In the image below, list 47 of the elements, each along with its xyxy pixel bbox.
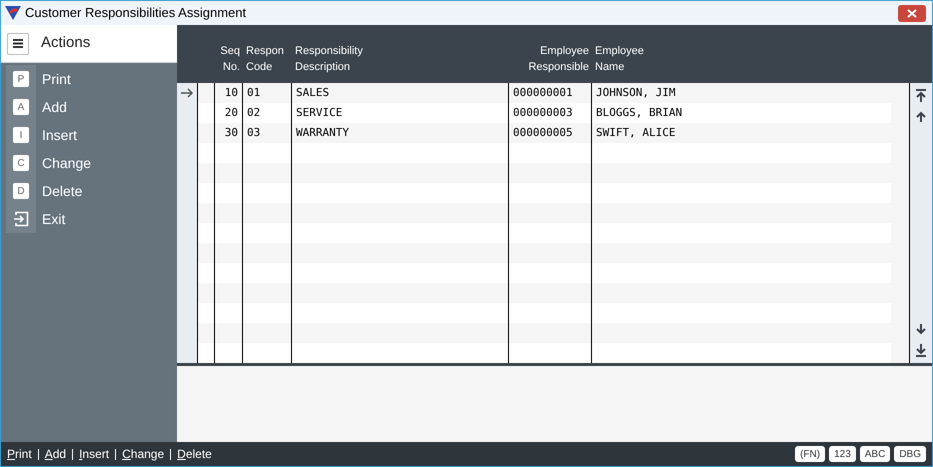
key-badge: I [13, 127, 29, 143]
column-header: Seq No. [219, 44, 241, 75]
mode-badge[interactable]: 123 [829, 446, 856, 462]
table-cell-text: 01 [247, 84, 260, 101]
table-cell-text: 000000003 [513, 104, 573, 121]
table-cell-text: 30 [224, 124, 238, 141]
menu-button[interactable] [7, 32, 29, 54]
key-badge: D [13, 183, 29, 199]
menu-icon [13, 39, 23, 48]
mode-badge[interactable]: ABC [860, 446, 890, 462]
scroll-up-icon[interactable] [914, 109, 926, 123]
logo-icon [5, 6, 21, 20]
status-link[interactable]: Insert [79, 445, 110, 463]
table-cell-text: 10 [224, 84, 238, 101]
status-link[interactable]: Print [7, 445, 32, 463]
close-button[interactable] [898, 4, 926, 22]
key-badge: P [13, 71, 29, 87]
sidebar-title: Actions [41, 33, 90, 54]
column-header: Responsibility Description [294, 44, 364, 75]
status-link[interactable]: Delete [177, 445, 212, 463]
table-cell-text: 000000001 [513, 84, 573, 101]
key-badge: A [13, 99, 29, 115]
status-link[interactable]: Change [122, 445, 164, 463]
exit-icon [13, 211, 29, 227]
table-cell-text: 02 [247, 104, 260, 121]
table-cell-text: 20 [224, 104, 238, 121]
mode-badge[interactable]: (FN) [795, 446, 826, 462]
table-cell-text: BLOGGS, BRIAN [596, 104, 682, 121]
scroll-bottom-icon[interactable] [914, 343, 926, 357]
scroll-down-icon[interactable] [914, 323, 926, 337]
window-title: Customer Responsibilities Assignment [25, 4, 246, 22]
key-badge: C [13, 155, 29, 171]
mode-badge[interactable]: DBG [894, 446, 926, 462]
table-cell-text: WARRANTY [296, 124, 349, 141]
table-cell-text: SWIFT, ALICE [596, 124, 676, 141]
table-cell-text: SALES [296, 84, 330, 101]
table-cell-text: JOHNSON, JIM [596, 84, 676, 101]
column-header: Respon Code [245, 44, 285, 75]
column-header: Employee Name [594, 44, 645, 75]
table-row[interactable]: 20 02 SERVICE 000000003 BLOGGS, BRIAN [197, 103, 891, 123]
close-icon [907, 8, 917, 18]
status-link[interactable]: Add [44, 445, 66, 463]
scroll-top-icon[interactable] [914, 89, 926, 103]
table-cell-text: SERVICE [296, 104, 342, 121]
column-header: Employee Responsible [527, 44, 590, 75]
table-cell-text: 000000005 [513, 124, 573, 141]
table-cell-text: 03 [247, 124, 260, 141]
